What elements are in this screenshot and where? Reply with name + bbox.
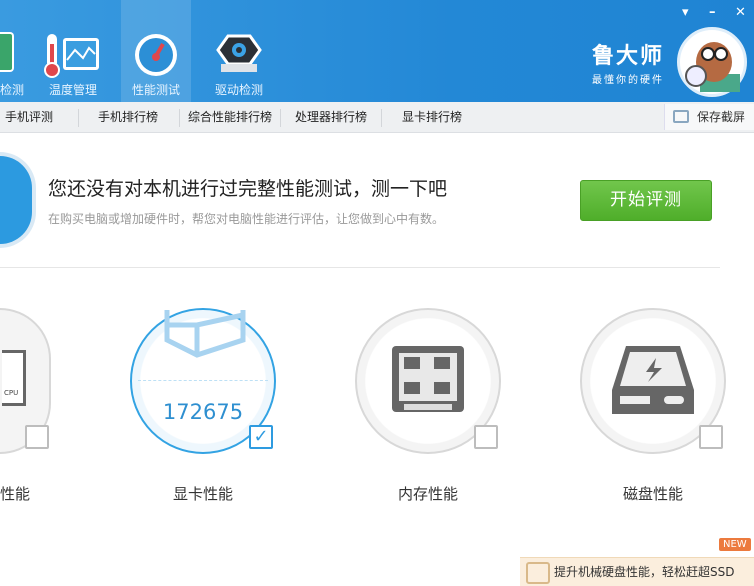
nav-driver-check[interactable]: 驱动检测 — [204, 0, 274, 102]
tab-phone-ranking[interactable]: 手机排行榜 — [98, 102, 158, 133]
gpu-checkbox[interactable]: ✓ — [249, 425, 273, 449]
new-badge: NEW — [719, 538, 751, 551]
nav-hardware-check[interactable]: 检测 — [0, 0, 42, 102]
header: 检测 温度管理 性能测试 驱动检测 ▾ – ✕ 鲁大师 最懂你的硬件 — [0, 0, 754, 102]
sub-tab-bar: 手机评测 手机排行榜 综合性能排行榜 处理器排行榜 显卡排行榜 — [0, 102, 754, 133]
disk-checkbox[interactable] — [699, 425, 723, 449]
nav-performance-test[interactable]: 性能测试 — [121, 0, 191, 102]
nav-temperature[interactable]: 温度管理 — [38, 0, 108, 102]
gear-icon — [216, 34, 262, 72]
tab-overall-ranking[interactable]: 综合性能排行榜 — [188, 102, 272, 133]
hardware-icon — [0, 32, 14, 72]
tab-gpu-ranking[interactable]: 显卡排行榜 — [402, 102, 462, 133]
brand-name: 鲁大师 — [592, 44, 665, 69]
cpu-icon: CPU — [2, 350, 26, 406]
memory-chip-icon — [392, 346, 464, 412]
tab-phone-review[interactable]: 手机评测 — [5, 102, 53, 133]
close-button[interactable]: ✕ — [735, 5, 746, 20]
thermometer-icon — [44, 34, 99, 78]
hard-disk-icon — [526, 562, 550, 584]
banner-title: 您还没有对本机进行过完整性能测试，测一下吧 — [48, 178, 448, 200]
tab-cpu-ranking[interactable]: 处理器排行榜 — [295, 102, 367, 133]
mascot-icon — [685, 42, 740, 92]
divider — [0, 267, 720, 268]
start-test-button[interactable]: 开始评测 — [580, 180, 712, 221]
camera-icon — [673, 110, 689, 123]
save-screenshot-button[interactable]: 保存截屏 — [664, 104, 754, 130]
brand-slogan: 最懂你的硬件 — [592, 75, 664, 86]
cpu-checkbox[interactable] — [25, 425, 49, 449]
speedometer-icon — [135, 34, 177, 76]
check-icon: ✓ — [253, 426, 269, 447]
minimize-button[interactable]: – — [709, 5, 716, 20]
banner-subtitle: 在购买电脑或增加硬件时，帮您对电脑性能进行评估，让您做到心中有数。 — [48, 212, 445, 226]
avatar[interactable] — [677, 27, 747, 97]
performance-gauge-icon — [0, 152, 36, 248]
menu-icon[interactable]: ▾ — [682, 5, 689, 20]
gpu-score: 172675 — [162, 400, 244, 424]
ssd-promo-link[interactable]: 提升机械硬盘性能，轻松赶超SSD — [520, 557, 754, 586]
gpu-cube-icon — [164, 310, 246, 358]
memory-checkbox[interactable] — [474, 425, 498, 449]
disk-icon — [612, 346, 694, 414]
